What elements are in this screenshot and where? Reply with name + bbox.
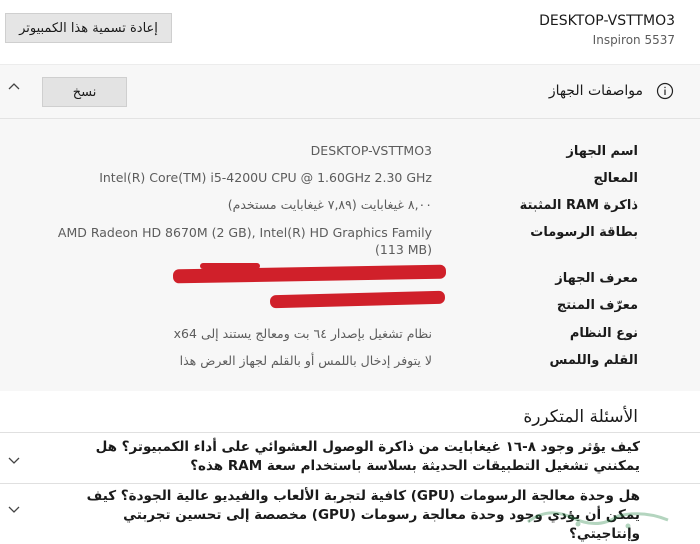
spec-label-device-id: معرف الجهاز: [555, 271, 638, 286]
watermark-logo: [527, 511, 669, 529]
spec-value-device-name: DESKTOP-VSTTMO3: [310, 143, 432, 158]
spec-value-system-type: نظام تشغيل بإصدار ٦٤ بت ومعالج يستند إلى…: [173, 326, 432, 341]
specs-header[interactable]: نسخ مواصفات الجهاز: [0, 65, 700, 119]
device-header: إعادة تسمية هذا الكمبيوتر DESKTOP-VSTTMO…: [0, 0, 700, 57]
faq-question: كيف يؤثر وجود ٨-١٦ غيغابايت من ذاكرة الو…: [95, 439, 640, 474]
spec-label-ram: ذاكرة RAM المثبتة: [519, 198, 638, 213]
copy-button[interactable]: نسخ: [42, 77, 127, 107]
spec-label-processor: المعالج: [593, 171, 638, 186]
chevron-up-icon[interactable]: [7, 79, 21, 93]
spec-value-pen-touch: لا يتوفر إدخال باللمس أو بالقلم لجهاز ال…: [179, 353, 432, 368]
rename-pc-button[interactable]: إعادة تسمية هذا الكمبيوتر: [5, 13, 172, 43]
device-specifications-card: نسخ مواصفات الجهاز اسم الجهاز DESKTOP-VS…: [0, 64, 700, 391]
spec-label-device-name: اسم الجهاز: [566, 144, 638, 159]
specs-title: مواصفات الجهاز: [548, 83, 643, 99]
device-model: Inspiron 5537: [592, 33, 675, 47]
spec-value-ram: ٨,٠٠ غيغابايت (٧,٨٩ غيغابايت مستخدم): [227, 197, 432, 212]
spec-label-graphics: بطاقة الرسومات: [530, 225, 638, 240]
device-name-title: DESKTOP-VSTTMO3: [539, 13, 675, 29]
chevron-down-icon[interactable]: [7, 502, 21, 516]
chevron-down-icon[interactable]: [7, 453, 21, 467]
spec-label-system-type: نوع النظام: [569, 326, 638, 341]
faq-item[interactable]: كيف يؤثر وجود ٨-١٦ غيغابايت من ذاكرة الو…: [0, 432, 700, 482]
spec-label-pen-touch: القلم واللمس: [549, 353, 638, 368]
spec-label-product-id: معرّف المنتج: [556, 298, 638, 313]
spec-value-graphics: AMD Radeon HD 8670M (2 GB), Intel(R) HD …: [57, 225, 432, 257]
spec-value-processor: Intel(R) Core(TM) i5-4200U CPU @ 1.60GHz…: [99, 170, 432, 185]
info-icon: [656, 82, 674, 100]
faq-title: الأسئلة المتكررة: [523, 407, 638, 427]
redaction-mark: [200, 263, 260, 269]
redaction-mark: [269, 290, 446, 309]
